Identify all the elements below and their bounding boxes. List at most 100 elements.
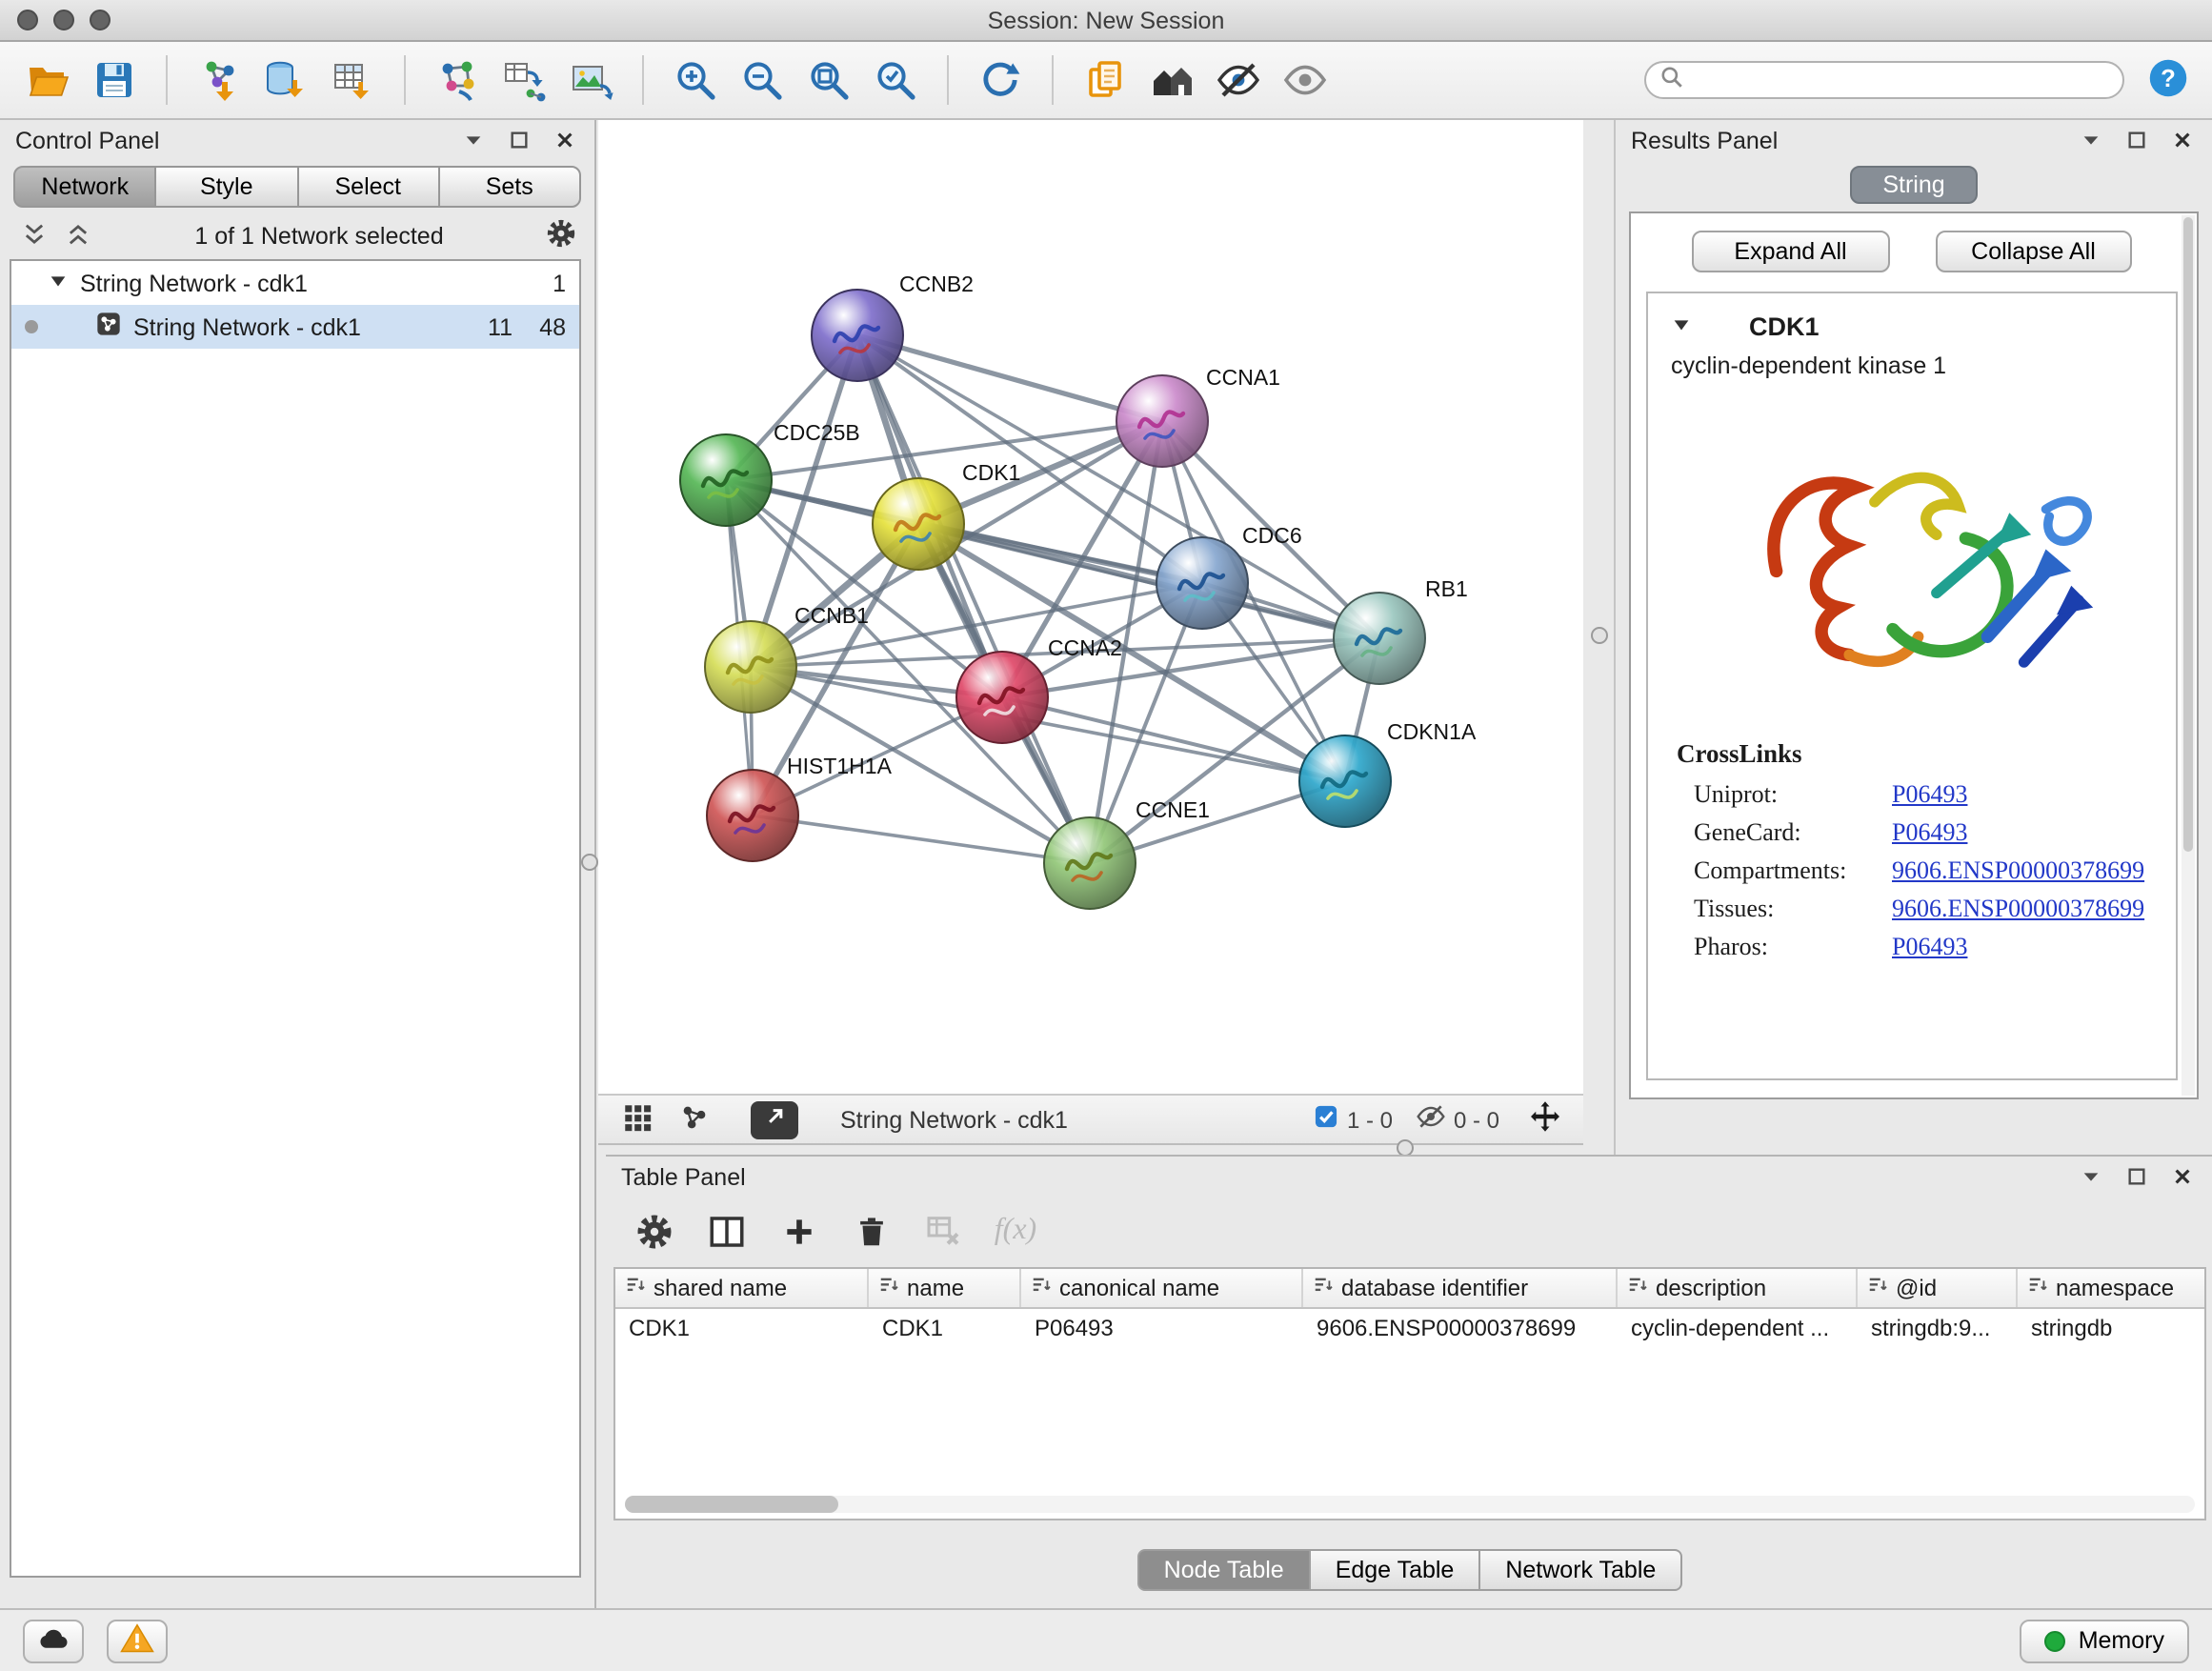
help-button[interactable]: ?	[2143, 55, 2193, 105]
import-network-file-icon[interactable]	[191, 51, 248, 109]
edge-HIST1H1A-CCNE1[interactable]	[753, 815, 1090, 863]
zoom-out-icon[interactable]	[734, 51, 791, 109]
chevron-down-icon	[2081, 1163, 2101, 1192]
table-close[interactable]	[2168, 1163, 2197, 1192]
duplicate-network-icon[interactable]	[1076, 51, 1134, 109]
expand-all-button[interactable]	[63, 221, 93, 252]
open-folder-icon[interactable]	[19, 51, 76, 109]
results-float[interactable]	[2122, 127, 2151, 155]
network-node-CDKN1A[interactable]	[1299, 735, 1391, 827]
panel-close-icon[interactable]	[551, 127, 579, 155]
column-header-namespace[interactable]: namespace	[2018, 1269, 2206, 1307]
search-box[interactable]	[1644, 61, 2124, 99]
results-scrollbar[interactable]	[2182, 215, 2195, 1096]
crosslink-compartments[interactable]: 9606.ENSP00000378699	[1892, 856, 2144, 886]
network-canvas[interactable]: CCNB2CCNA1CDC25BCDK1CDC6RB1CCNB1CCNA2CDK…	[598, 120, 1583, 1094]
scrollbar-thumb[interactable]	[625, 1496, 838, 1513]
column-header-id[interactable]: @id	[1858, 1269, 2018, 1307]
tab-select[interactable]: Select	[296, 166, 440, 208]
window-zoom-button[interactable]	[90, 10, 111, 30]
columns-icon[interactable]	[701, 1208, 751, 1254]
caret-down-icon[interactable]	[48, 270, 69, 296]
cloud-icon	[36, 1621, 70, 1661]
cloud-button[interactable]	[23, 1619, 84, 1662]
network-node-CDK1[interactable]	[873, 478, 964, 570]
memory-button[interactable]: Memory	[2020, 1619, 2189, 1662]
network-from-table-icon[interactable]	[495, 51, 553, 109]
eye-strike-icon[interactable]	[1210, 51, 1267, 109]
network-node-RB1[interactable]	[1334, 593, 1425, 684]
window-close-button[interactable]	[17, 10, 38, 30]
table-float[interactable]	[2122, 1163, 2151, 1192]
zoom-in-icon[interactable]	[667, 51, 724, 109]
collapse-all-button[interactable]	[19, 221, 50, 252]
crosslink-uniprot[interactable]: P06493	[1892, 779, 1967, 810]
table-row[interactable]: CDK1CDK1P064939606.ENSP00000378699cyclin…	[615, 1309, 2204, 1347]
tab-network-table[interactable]: Network Table	[1478, 1549, 1682, 1591]
eye-slash-icon[interactable]	[1416, 1101, 1446, 1137]
search-input[interactable]	[1694, 67, 2109, 93]
string-results-box: Expand All Collapse All CDK1 cyclin-depe…	[1629, 211, 2199, 1099]
birdseye-view-button[interactable]	[671, 1098, 716, 1140]
checkbox-icon[interactable]	[1313, 1103, 1339, 1136]
network-node-CCNB2[interactable]	[812, 290, 903, 381]
network-options-gear-button[interactable]	[545, 221, 575, 252]
panel-menu-chevron-icon[interactable]	[459, 127, 488, 155]
eye-icon[interactable]	[1277, 51, 1334, 109]
network-tree: String Network - cdk1 1 String Network -…	[10, 259, 581, 1578]
network-node-CCNE1[interactable]	[1044, 817, 1136, 909]
table-gear-icon[interactable]	[629, 1208, 678, 1254]
export-image-icon[interactable]	[562, 51, 619, 109]
collapse-all-button-results[interactable]: Collapse All	[1935, 231, 2132, 272]
save-icon[interactable]	[86, 51, 143, 109]
import-network-database-icon[interactable]	[257, 51, 314, 109]
zoom-fit-icon[interactable]	[800, 51, 857, 109]
crosslink-pharos[interactable]: P06493	[1892, 932, 1967, 962]
new-network-icon[interactable]	[429, 51, 486, 109]
network-node-CCNA2[interactable]	[956, 652, 1048, 743]
export-network-button[interactable]	[751, 1100, 798, 1138]
tab-sets[interactable]: Sets	[438, 166, 582, 208]
tab-network[interactable]: Network	[13, 166, 157, 208]
add-column-icon[interactable]	[774, 1208, 823, 1254]
results-close[interactable]	[2168, 127, 2197, 155]
results-menu-chevron[interactable]	[2077, 127, 2105, 155]
section-caret-icon[interactable]	[1671, 313, 1692, 340]
column-header-description[interactable]: description	[1618, 1269, 1858, 1307]
network-node-CCNA1[interactable]	[1116, 375, 1208, 467]
network-node-CDC25B[interactable]	[680, 434, 772, 526]
column-header-shared-name[interactable]: shared name	[615, 1269, 869, 1307]
import-table-icon[interactable]	[324, 51, 381, 109]
column-header-name[interactable]: name	[869, 1269, 1021, 1307]
network-node-CDC6[interactable]	[1156, 537, 1248, 629]
table-menu-chevron[interactable]	[2077, 1163, 2105, 1192]
splitter-handle-right[interactable]	[1591, 627, 1608, 644]
panel-float-icon[interactable]	[505, 127, 533, 155]
houses-icon[interactable]	[1143, 51, 1200, 109]
tab-string[interactable]: String	[1850, 166, 1977, 204]
grid-view-button[interactable]	[613, 1098, 659, 1140]
tab-style[interactable]: Style	[155, 166, 299, 208]
tab-node-table[interactable]: Node Table	[1137, 1549, 1311, 1591]
crosslink-tissues[interactable]: 9606.ENSP00000378699	[1892, 894, 2144, 924]
refresh-icon[interactable]	[972, 51, 1029, 109]
network-collection-row[interactable]: String Network - cdk1 1	[11, 261, 579, 305]
tab-edge-table[interactable]: Edge Table	[1309, 1549, 1481, 1591]
network-node-HIST1H1A[interactable]	[707, 770, 798, 861]
column-header-database-identifier[interactable]: database identifier	[1303, 1269, 1618, 1307]
warnings-button[interactable]	[107, 1619, 168, 1662]
expand-all-button-results[interactable]: Expand All	[1692, 231, 1889, 272]
zoom-selected-icon[interactable]	[867, 51, 924, 109]
fit-selection-button[interactable]	[1522, 1098, 1568, 1140]
table-horizontal-scrollbar[interactable]	[625, 1496, 2195, 1513]
delete-column-icon[interactable]	[846, 1208, 895, 1254]
network-row-selected[interactable]: String Network - cdk1 11 48	[11, 305, 579, 349]
network-node-CCNB1[interactable]	[705, 621, 796, 713]
edge-CCNB2-CCNE1[interactable]	[857, 335, 1090, 863]
edge-CDK1-RB1[interactable]	[918, 524, 1379, 638]
column-header-canonical-name[interactable]: canonical name	[1021, 1269, 1303, 1307]
window-minimize-button[interactable]	[53, 10, 74, 30]
edge-CCNB2-CCNA1[interactable]	[857, 335, 1162, 421]
crosslink-genecard[interactable]: P06493	[1892, 817, 1967, 848]
splitter-handle-left[interactable]	[581, 854, 598, 871]
